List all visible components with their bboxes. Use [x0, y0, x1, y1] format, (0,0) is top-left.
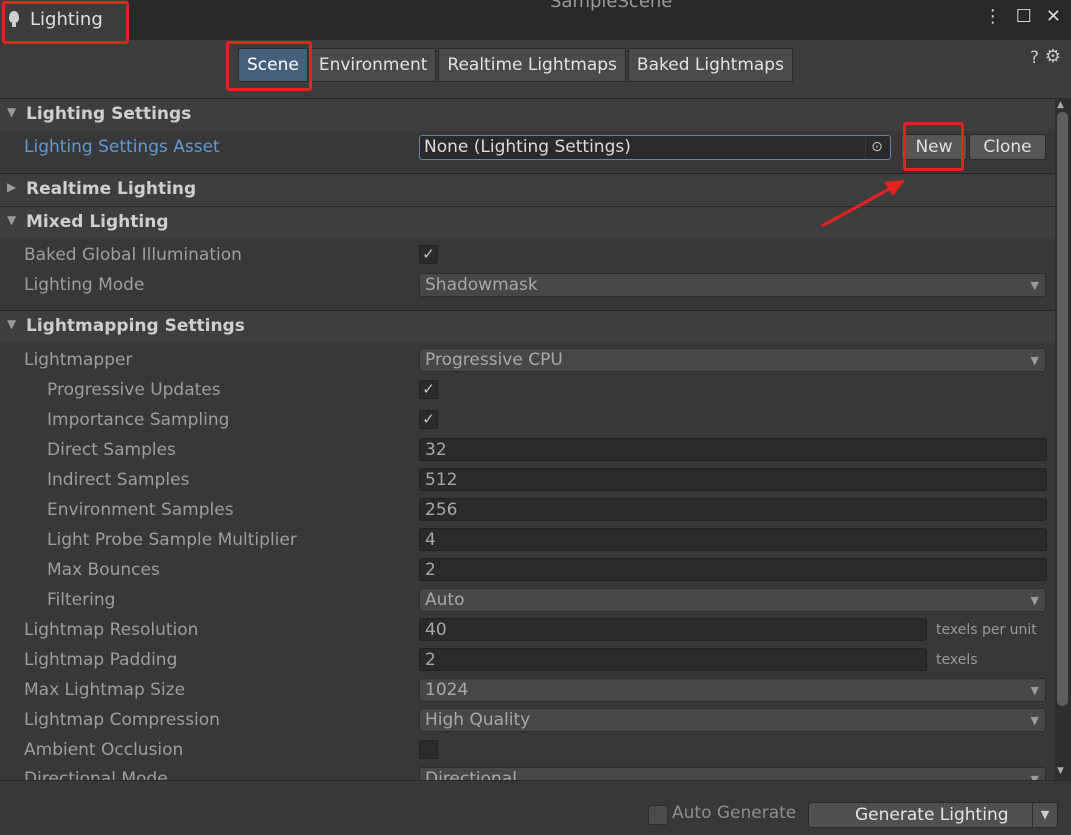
lighting-mode-value: Shadowmask	[425, 275, 538, 295]
lighting-settings-asset-field[interactable]: None (Lighting Settings) ⊙	[419, 135, 891, 160]
lightmap-compression-value: High Quality	[425, 710, 531, 730]
padding-unit-label: texels	[936, 652, 978, 668]
tab-realtime-lightmaps[interactable]: Realtime Lightmaps	[438, 48, 626, 82]
clone-button[interactable]: Clone	[969, 134, 1046, 160]
auto-generate-checkbox[interactable]	[648, 805, 668, 825]
collapse-arrow-icon: ▼	[7, 213, 17, 227]
background-tab-label: SampleScene	[550, 0, 673, 12]
bottom-bar: Auto Generate Generate Lighting ▼	[0, 780, 1071, 835]
importance-sampling-label: Importance Sampling	[47, 410, 230, 430]
collapse-arrow-icon: ▼	[7, 105, 17, 119]
direct-samples-label: Direct Samples	[47, 440, 176, 460]
chevron-down-icon: ▼	[1030, 279, 1039, 292]
progressive-updates-label: Progressive Updates	[47, 380, 221, 400]
baked-gi-label: Baked Global Illumination	[24, 245, 242, 265]
section-title: Lightmapping Settings	[26, 316, 245, 336]
lightmap-resolution-input[interactable]: 40	[419, 618, 927, 641]
filtering-value: Auto	[425, 590, 465, 610]
collapse-arrow-icon: ▼	[7, 317, 17, 331]
vertical-scrollbar[interactable]: ▲ ▼	[1055, 98, 1071, 780]
section-mixed-lighting[interactable]: ▼ Mixed Lighting	[0, 206, 1055, 239]
chevron-down-icon: ▼	[1030, 354, 1039, 367]
close-icon[interactable]: ✕	[1046, 6, 1061, 27]
section-lightmapping-settings[interactable]: ▼ Lightmapping Settings	[0, 310, 1055, 343]
auto-generate-label: Auto Generate	[672, 803, 797, 823]
resolution-unit-label: texels per unit	[936, 622, 1037, 638]
section-title: Mixed Lighting	[26, 212, 169, 232]
new-button[interactable]: New	[901, 134, 967, 160]
lightmap-padding-input[interactable]: 2	[419, 648, 927, 671]
chevron-down-icon: ▼	[1030, 684, 1039, 697]
gear-icon[interactable]: ⚙	[1045, 46, 1061, 67]
filtering-label: Filtering	[47, 590, 116, 610]
lightmap-compression-dropdown[interactable]: High Quality ▼	[419, 708, 1046, 732]
section-lighting-settings[interactable]: ▼ Lighting Settings	[0, 98, 1055, 131]
max-lightmap-size-dropdown[interactable]: 1024 ▼	[419, 678, 1046, 702]
section-title: Lighting Settings	[26, 104, 192, 124]
section-title: Realtime Lighting	[26, 179, 197, 199]
lighting-mode-dropdown[interactable]: Shadowmask ▼	[419, 273, 1046, 297]
light-probe-multiplier-input[interactable]: 4	[419, 528, 1047, 551]
max-bounces-input[interactable]: 2	[419, 558, 1047, 581]
window-controls: ⋮ ☐ ✕	[984, 6, 1061, 27]
tab-environment[interactable]: Environment	[309, 48, 437, 82]
tab-scene[interactable]: Scene	[238, 48, 308, 82]
lightmap-compression-label: Lightmap Compression	[24, 710, 220, 730]
generate-lighting-label: Generate Lighting	[855, 805, 1009, 825]
tab-toolbar: Scene Environment Realtime Lightmaps Bak…	[0, 40, 1071, 99]
light-probe-multiplier-label: Light Probe Sample Multiplier	[47, 530, 297, 550]
section-realtime-lighting[interactable]: ▶ Realtime Lighting	[0, 173, 1055, 206]
max-lightmap-size-value: 1024	[425, 680, 469, 700]
lighting-window-tab[interactable]: Lighting	[0, 0, 128, 40]
generate-lighting-button[interactable]: Generate Lighting ▼	[808, 802, 1058, 828]
lightbulb-icon	[9, 11, 19, 27]
lightmap-padding-label: Lightmap Padding	[24, 650, 178, 670]
chevron-down-icon: ▼	[1030, 594, 1039, 607]
ambient-occlusion-checkbox[interactable]	[419, 740, 438, 759]
scroll-down-icon[interactable]: ▼	[1057, 766, 1064, 776]
asset-field-value: None (Lighting Settings)	[424, 137, 631, 157]
direct-samples-input[interactable]: 32	[419, 438, 1047, 461]
window-title: Lighting	[30, 9, 103, 30]
lighting-mode-label: Lighting Mode	[24, 275, 145, 295]
lightmapper-dropdown[interactable]: Progressive CPU ▼	[419, 348, 1046, 372]
maximize-icon[interactable]: ☐	[1016, 6, 1032, 27]
indirect-samples-input[interactable]: 512	[419, 468, 1047, 491]
environment-samples-input[interactable]: 256	[419, 498, 1047, 521]
object-picker-icon[interactable]: ⊙	[865, 137, 888, 158]
help-icon[interactable]: ?	[1030, 48, 1039, 68]
expand-arrow-icon: ▶	[7, 180, 17, 194]
importance-sampling-checkbox[interactable]: ✓	[419, 410, 438, 429]
progressive-updates-checkbox[interactable]: ✓	[419, 380, 438, 399]
tab-baked-lightmaps[interactable]: Baked Lightmaps	[627, 48, 793, 82]
max-bounces-label: Max Bounces	[47, 560, 160, 580]
indirect-samples-label: Indirect Samples	[47, 470, 190, 490]
ambient-occlusion-label: Ambient Occlusion	[24, 740, 184, 760]
lightmapper-label: Lightmapper	[24, 350, 133, 370]
scroll-up-icon[interactable]: ▲	[1057, 100, 1064, 110]
max-lightmap-size-label: Max Lightmap Size	[24, 680, 186, 700]
chevron-down-icon[interactable]: ▼	[1032, 803, 1057, 827]
tab-strip: Scene Environment Realtime Lightmaps Bak…	[238, 48, 795, 82]
more-options-icon[interactable]: ⋮	[984, 6, 1002, 27]
filtering-dropdown[interactable]: Auto ▼	[419, 588, 1046, 612]
lighting-settings-asset-label[interactable]: Lighting Settings Asset	[24, 137, 220, 157]
lightmapper-value: Progressive CPU	[425, 350, 563, 370]
environment-samples-label: Environment Samples	[47, 500, 234, 520]
lightmap-resolution-label: Lightmap Resolution	[24, 620, 199, 640]
scrollbar-thumb[interactable]	[1057, 112, 1068, 706]
chevron-down-icon: ▼	[1030, 714, 1039, 727]
baked-gi-checkbox[interactable]: ✓	[419, 245, 438, 264]
window-titlebar: SampleScene Lighting ⋮ ☐ ✕	[0, 0, 1071, 40]
